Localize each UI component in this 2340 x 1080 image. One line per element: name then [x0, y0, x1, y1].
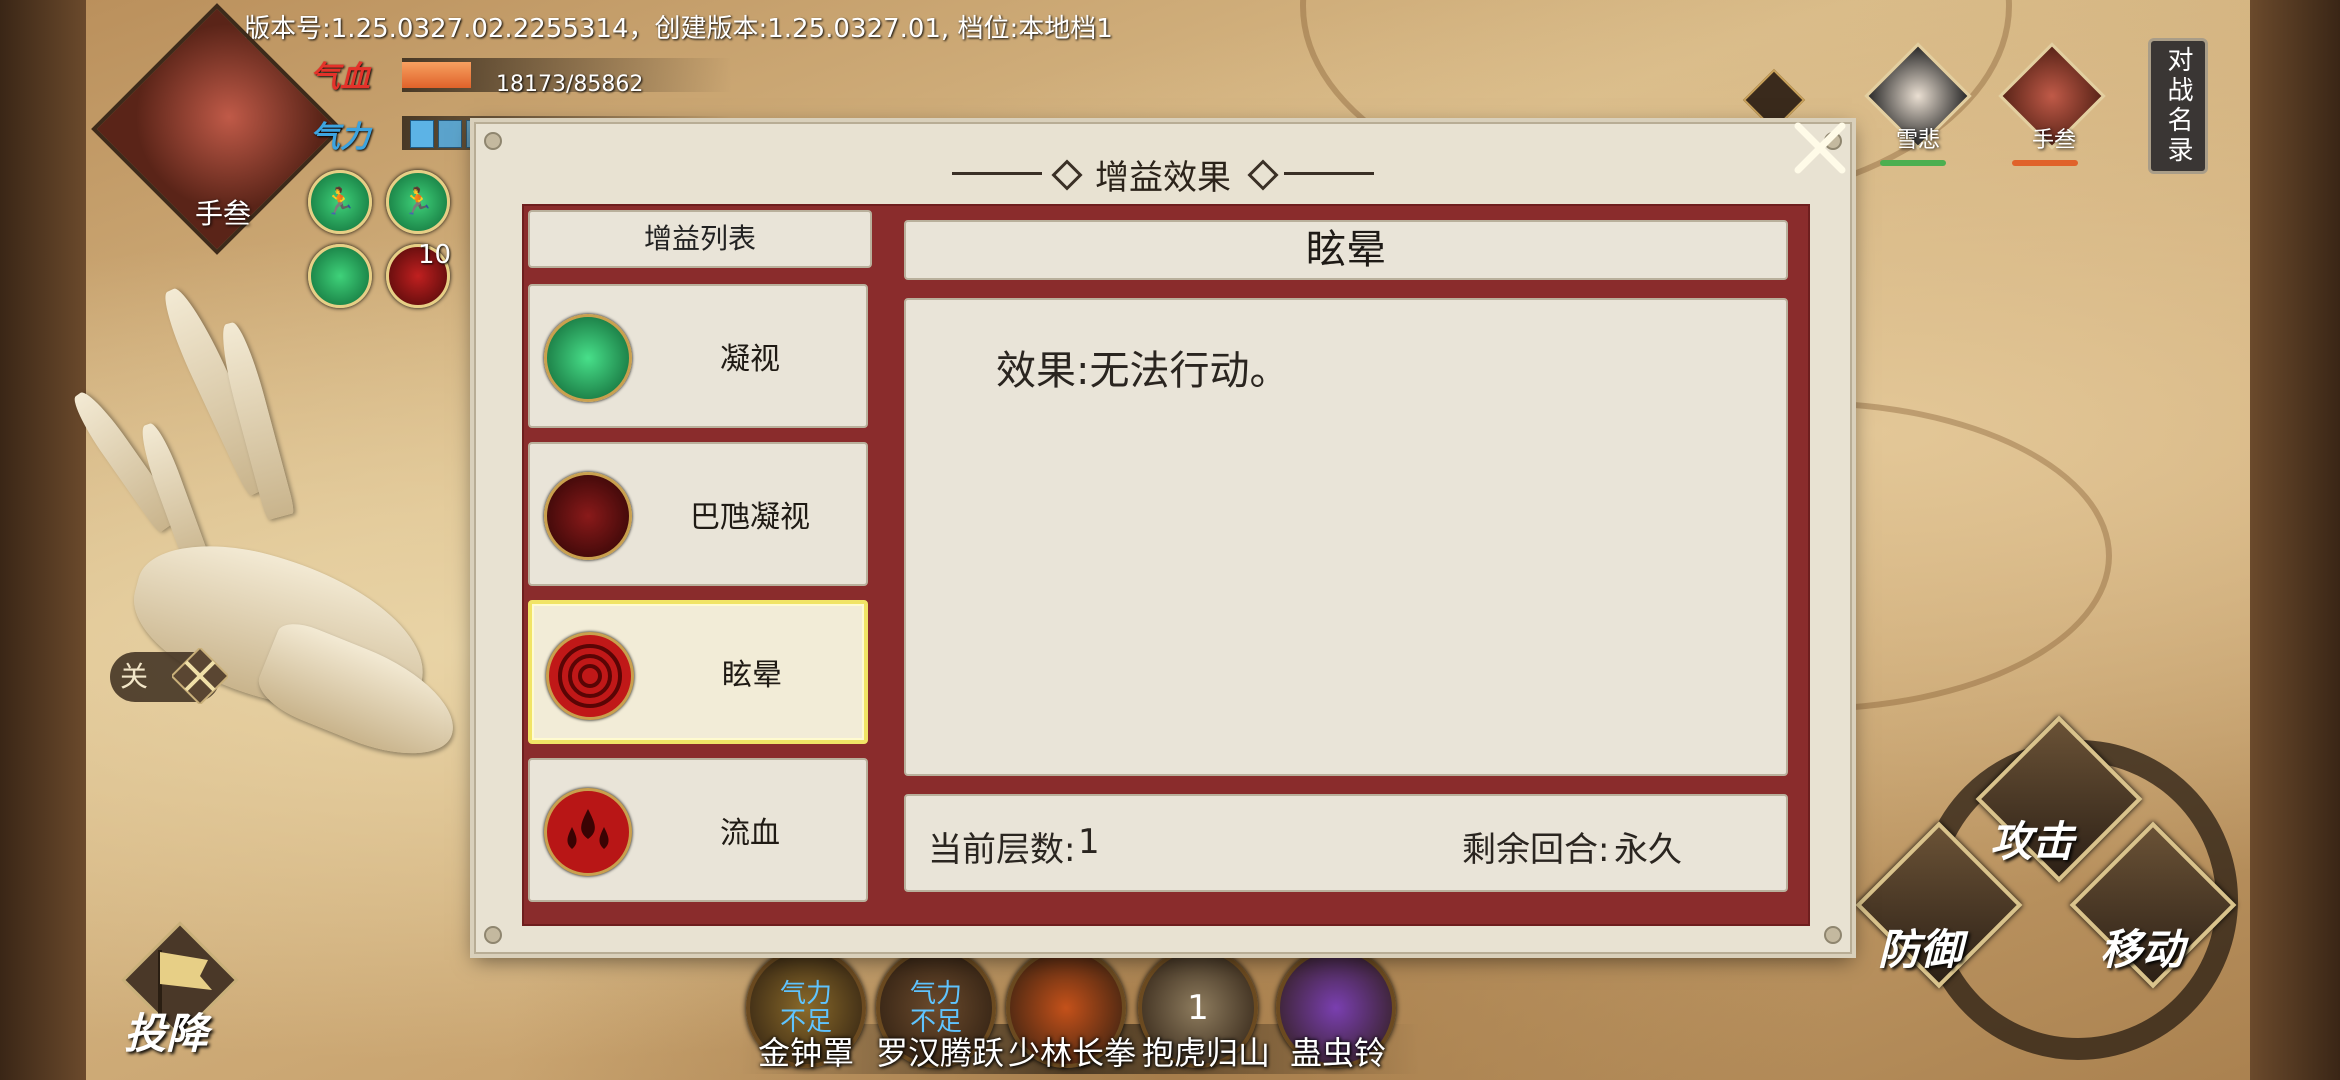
- rounds-label: 剩余回合:: [1462, 830, 1610, 870]
- corner-rivet: [1824, 926, 1842, 944]
- buff-item-bahui-ningshi[interactable]: 巴虺凝视: [528, 442, 868, 586]
- buff-effect-text: 效果:无法行动。: [996, 348, 1290, 394]
- dialog-title: 增益效果: [1095, 158, 1231, 198]
- buff-item-xuanyun[interactable]: 眩晕: [528, 600, 868, 744]
- buff-detail-footer: 当前层数: 1 剩余回合: 永久: [904, 794, 1788, 892]
- buff-item-label: 巴虺凝视: [690, 500, 810, 535]
- close-icon[interactable]: [1790, 118, 1850, 178]
- buff-list-header: 增益列表: [528, 210, 872, 268]
- red-seal-icon: [544, 472, 632, 560]
- buff-effects-dialog: 增益效果 增益列表 凝视 巴虺凝视 眩晕 流血 眩晕 效果:无法行动。 当前层数…: [474, 122, 1852, 954]
- buff-item-ningshi[interactable]: 凝视: [528, 284, 868, 428]
- layers-value: 1: [1078, 822, 1100, 862]
- buff-item-liuxue[interactable]: 流血: [528, 758, 868, 902]
- corner-rivet: [484, 926, 502, 944]
- corner-rivet: [484, 132, 502, 150]
- rounds-value: 永久: [1614, 830, 1682, 870]
- buff-item-label: 凝视: [720, 342, 780, 377]
- blood-drops-icon: [544, 788, 632, 876]
- buff-detail-body: 效果:无法行动。: [904, 298, 1788, 776]
- title-ornament: [1284, 172, 1374, 175]
- dialog-panel: 增益列表 凝视 巴虺凝视 眩晕 流血 眩晕 效果:无法行动。 当前层数: 1 剩…: [522, 204, 1810, 926]
- buff-detail-title: 眩晕: [904, 220, 1788, 280]
- buff-item-label: 眩晕: [722, 658, 782, 693]
- layers-label: 当前层数:: [928, 830, 1076, 870]
- red-spiral-icon: [546, 632, 634, 720]
- buff-item-label: 流血: [720, 816, 780, 851]
- green-boot-icon: [544, 314, 632, 402]
